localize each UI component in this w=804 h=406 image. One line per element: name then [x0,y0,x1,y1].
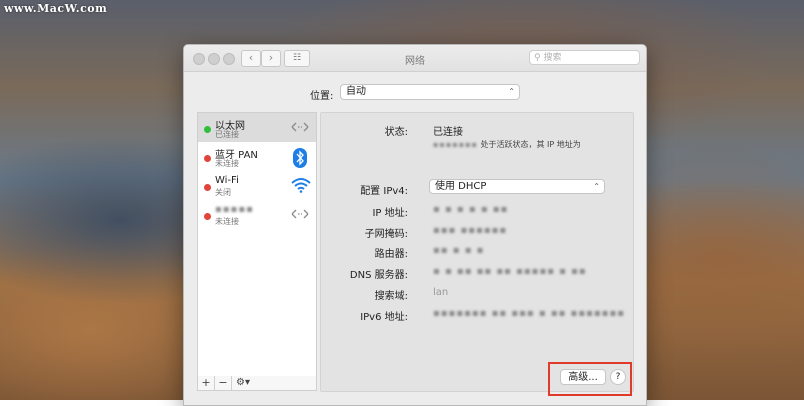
network-preferences-window: ‹ › ☷ 网络 ⚲ 搜索 位置: 自动 ⌃ 以太网 已连接 蓝牙 PAN 未连… [183,44,647,406]
search-placeholder: 搜索 [543,53,562,63]
service-status: 关闭 [215,188,231,197]
dns-server-label: DNS 服务器: [349,270,408,281]
router-value: ▪▪ ▪ ▪ ▪ [433,245,485,256]
status-label: 状态: [384,127,408,138]
ipv6-address-label: IPv6 地址: [360,312,408,323]
location-value: 自动 [346,86,366,97]
watermark: www.MacW.com [4,2,108,15]
location-select[interactable]: 自动 ⌃ [340,84,520,100]
chevron-updown-icon: ⌃ [508,87,515,96]
search-icon: ⚲ [534,53,541,63]
remove-service-button[interactable]: − [215,376,232,390]
service-item-wifi[interactable]: Wi-Fi 关闭 [198,171,316,200]
status-desc-redacted: ▪▪▪▪▪▪▪ [433,140,478,149]
status-description: ▪▪▪▪▪▪▪ 处于活跃状态，其 IP 地址为 [433,139,581,150]
search-field[interactable]: ⚲ 搜索 [529,50,640,65]
service-status: 已连接 [215,130,239,139]
title-bar: ‹ › ☷ 网络 ⚲ 搜索 [184,45,646,72]
location-label: 位置: [310,91,334,102]
search-domain-value: lan [433,287,449,298]
service-item-ethernet[interactable]: 以太网 已连接 [198,113,316,142]
status-dot-red [204,184,211,191]
service-item-bluetooth-pan[interactable]: 蓝牙 PAN 未连接 [198,142,316,171]
advanced-button[interactable]: 高级... [560,369,606,385]
config-ipv4-value: 使用 DHCP [435,181,487,192]
service-list: 以太网 已连接 蓝牙 PAN 未连接 Wi-Fi 关闭 ▪▪▪▪▪ 未连接 [197,112,317,380]
config-ipv4-label: 配置 IPv4: [360,186,408,197]
ip-address-label: IP 地址: [372,208,408,219]
network-arrows-icon [290,206,310,224]
service-list-toolbar: + − ⚙▾ [197,376,317,391]
detail-panel: 状态: 已连接 ▪▪▪▪▪▪▪ 处于活跃状态，其 IP 地址为 配置 IPv4:… [320,112,634,392]
status-desc-text: 处于活跃状态，其 IP 地址为 [480,140,581,149]
wifi-icon [290,177,311,195]
ipv6-address-value: ▪▪▪▪▪▪▪ ▪▪ ▪▪▪ ▪ ▪▪ ▪▪▪▪▪▪▪ [433,308,625,319]
bluetooth-icon [290,148,310,168]
help-button[interactable]: ? [610,369,626,385]
service-name: ▪▪▪▪▪ [215,204,254,215]
status-value: 已连接 [433,127,463,138]
status-dot-red [204,213,211,220]
service-status: 未连接 [215,217,239,226]
add-service-button[interactable]: + [198,376,215,390]
router-label: 路由器: [374,249,408,260]
subnet-mask-label: 子网掩码: [364,229,408,240]
gear-menu-button[interactable]: ⚙▾ [232,376,254,390]
service-item-other[interactable]: ▪▪▪▪▪ 未连接 [198,200,316,229]
status-dot-red [204,155,211,162]
subnet-mask-value: ▪▪▪ ▪▪▪▪▪▪ [433,225,508,236]
status-dot-green [204,126,211,133]
ip-address-value: ▪ ▪ ▪ ▪ ▪ ▪▪ [433,204,509,215]
config-ipv4-select[interactable]: 使用 DHCP ⌃ [429,179,605,194]
ethernet-arrows-icon [290,119,310,137]
chevron-updown-icon: ⌃ [593,182,600,191]
service-name: Wi-Fi [215,175,239,186]
dns-server-value: ▪ ▪ ▪▪ ▪▪ ▪▪ ▪▪▪▪▪ ▪ ▪▪ [433,266,587,277]
search-domain-label: 搜索域: [374,291,408,302]
service-status: 未连接 [215,159,239,168]
